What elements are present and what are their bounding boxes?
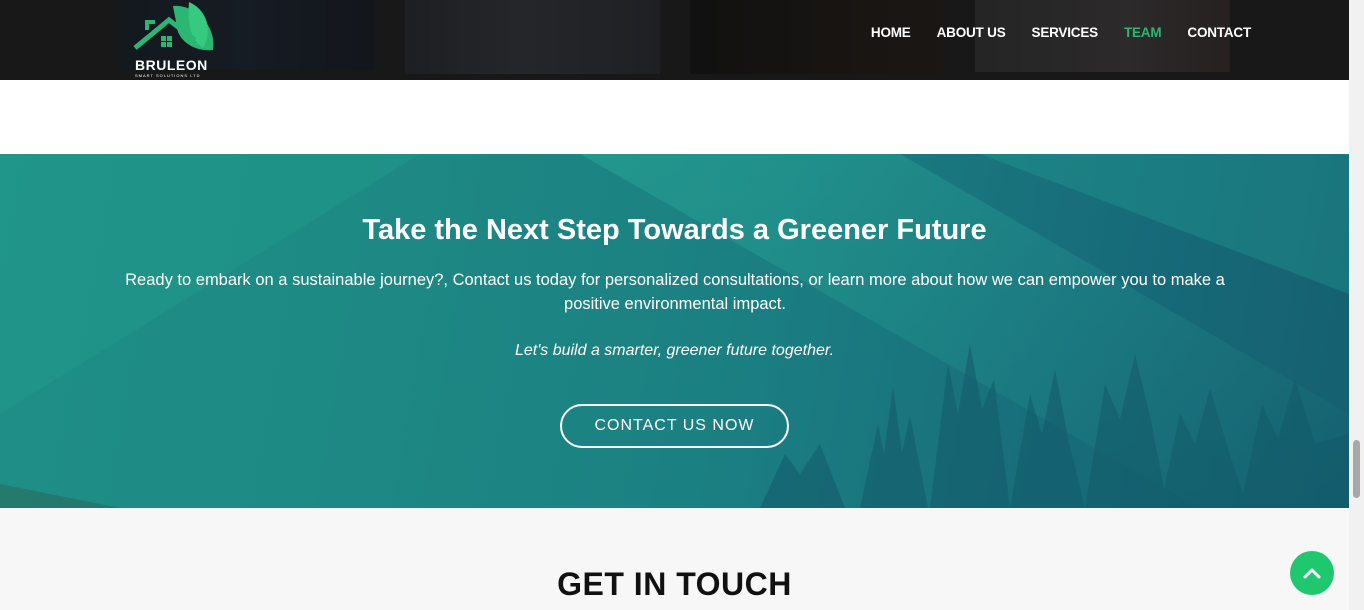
cta-title: Take the Next Step Towards a Greener Fut…: [362, 214, 987, 246]
get-in-touch-title: GET IN TOUCH: [557, 566, 792, 602]
scrollbar-thumb[interactable]: [1353, 440, 1360, 498]
cta-tagline: Let's build a smarter, greener future to…: [514, 342, 835, 359]
site-header: BRULEON SMART SOLUTIONS LTD HOME ABOUT U…: [0, 0, 1349, 80]
logo-subtitle: SMART SOLUTIONS LTD: [135, 73, 201, 78]
logo-name: BRULEON: [135, 57, 208, 73]
nav-contact[interactable]: CONTACT: [1187, 25, 1251, 40]
cta-section: Take the Next Step Towards a Greener Fut…: [0, 154, 1349, 508]
cta-description: Ready to embark on a sustainable journey…: [125, 271, 1225, 313]
forest-background: [0, 154, 1349, 508]
site-logo[interactable]: BRULEON SMART SOLUTIONS LTD: [130, 0, 222, 80]
scroll-to-top-button[interactable]: [1290, 551, 1334, 595]
nav-team[interactable]: TEAM: [1124, 25, 1162, 40]
nav-services[interactable]: SERVICES: [1032, 25, 1099, 40]
nav-home[interactable]: HOME: [871, 25, 911, 40]
contact-us-now-button[interactable]: CONTACT US NOW: [560, 404, 789, 448]
page-scrollbar[interactable]: [1349, 0, 1364, 610]
main-nav: HOME ABOUT US SERVICES TEAM CONTACT: [871, 25, 1251, 40]
nav-about-us[interactable]: ABOUT US: [937, 25, 1006, 40]
get-in-touch-section: GET IN TOUCH: [0, 508, 1349, 610]
chevron-up-icon: [1303, 568, 1321, 579]
house-leaf-icon: [133, 2, 214, 51]
